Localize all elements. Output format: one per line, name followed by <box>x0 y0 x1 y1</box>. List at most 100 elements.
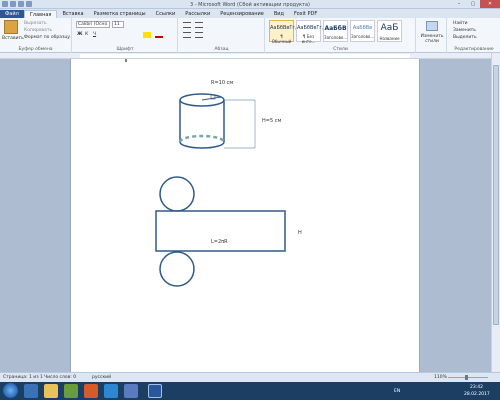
styles-label: Стили <box>333 47 348 52</box>
style-title[interactable]: AaБ Название <box>377 20 402 42</box>
bold-button[interactable]: Ж <box>77 32 83 37</box>
font-color-icon[interactable] <box>155 32 163 38</box>
scrollbar-thumb[interactable] <box>493 65 499 325</box>
style-name: Заголово... <box>351 34 375 39</box>
align-left-icon[interactable] <box>183 32 191 38</box>
tab-foxit-pdf[interactable]: Foxit PDF <box>289 10 322 18</box>
style-normal[interactable]: AaБбВвГг, ¶ Обычный <box>269 20 297 44</box>
net-top-circle <box>159 176 195 212</box>
net-bottom-circle <box>159 251 195 287</box>
close-button[interactable]: ✕ <box>480 0 500 8</box>
bullets-icon[interactable] <box>183 22 191 28</box>
styles-group: AaБбВвГг, ¶ Обычный AaБбВвГг, ¶ Без инте… <box>266 18 416 53</box>
underline-button[interactable]: Ч <box>93 32 96 37</box>
window-title: 3 - Microsoft Word (Сбой активации проду… <box>190 2 310 8</box>
format-painter-button[interactable]: Формат по образцу <box>24 35 70 40</box>
style-name: Название <box>379 36 400 41</box>
change-styles-group: Изменить стили <box>417 18 447 53</box>
word-taskbar-icon[interactable] <box>148 384 162 398</box>
tab-review[interactable]: Рецензирование <box>215 10 269 18</box>
paragraph-group: Абзац <box>179 18 265 53</box>
font-size-value: 11 <box>114 22 120 27</box>
cylinder-bottom-hidden <box>178 134 226 143</box>
redo-icon[interactable] <box>26 1 32 7</box>
font-label: Шрифт <box>116 47 134 52</box>
replace-button[interactable]: Заменить <box>453 28 476 33</box>
cut-button[interactable]: Вырезать <box>24 21 47 26</box>
h-label: H <box>298 230 302 236</box>
cylinder-shape <box>178 93 226 149</box>
align-center-icon[interactable] <box>195 32 203 38</box>
clipboard-group: Вставить Вырезать Копировать Формат по о… <box>0 18 72 53</box>
maximize-button[interactable]: ▢ <box>466 0 480 8</box>
word-icon <box>2 1 8 7</box>
app-icon[interactable] <box>124 384 138 398</box>
net-rectangle <box>155 210 286 252</box>
word-count[interactable]: Число слов: 0 <box>44 375 76 380</box>
style-sample: AaБбВвГг, <box>270 25 297 31</box>
change-styles-button[interactable]: Изменить стили <box>418 34 446 44</box>
tray-language[interactable]: EN <box>394 389 400 394</box>
ruler-text-area <box>80 54 410 58</box>
zoom-level[interactable]: 110% <box>434 375 447 380</box>
style-name: ¶ Обычный <box>271 34 292 44</box>
find-button[interactable]: Найти <box>453 21 468 26</box>
start-button-icon[interactable] <box>3 383 18 398</box>
paste-button[interactable]: Вставить <box>2 36 24 41</box>
font-name-value: Calibri (Осно <box>78 22 108 27</box>
style-sample: AaБ <box>380 23 399 33</box>
zoom-slider-thumb[interactable] <box>465 375 468 380</box>
length-label: L=2πR <box>211 239 228 245</box>
cylinder-bottom-front <box>179 141 225 149</box>
font-name-select[interactable]: Calibri (Осно <box>76 21 110 28</box>
paste-icon[interactable] <box>4 20 18 34</box>
undo-icon[interactable] <box>18 1 24 7</box>
paragraph-label: Абзац <box>214 47 229 52</box>
skype-icon[interactable] <box>104 384 118 398</box>
radius-line <box>201 96 222 101</box>
tab-view[interactable]: Вид <box>269 10 289 18</box>
numbering-icon[interactable] <box>195 22 203 28</box>
clock-time[interactable]: 23:42 <box>470 385 483 390</box>
style-heading-1[interactable]: AaБбВ Заголово... <box>323 20 348 42</box>
style-sample: AaБбВв <box>352 25 373 31</box>
explorer-icon[interactable] <box>44 384 58 398</box>
ribbon-tabs: Файл Главная Вставка Разметка страницы С… <box>0 9 500 18</box>
tab-file[interactable]: Файл <box>0 10 24 18</box>
clock-date[interactable]: 28.02.2017 <box>464 392 490 397</box>
select-button[interactable]: Выделить <box>453 35 477 40</box>
style-name: ¶ Без инте... <box>301 34 316 44</box>
highlight-icon[interactable] <box>143 32 151 38</box>
radius-label: R=10 см <box>211 80 233 86</box>
tab-page-layout[interactable]: Разметка страницы <box>89 10 151 18</box>
ie-icon[interactable] <box>24 384 38 398</box>
style-no-spacing[interactable]: AaБбВвГг, ¶ Без инте... <box>296 20 324 44</box>
font-group: Calibri (Осно 11 Ж К Ч Шрифт <box>73 18 178 53</box>
font-size-select[interactable]: 11 <box>112 21 124 28</box>
window-controls: – ▢ ✕ <box>452 0 500 8</box>
tab-insert[interactable]: Вставка <box>57 10 88 18</box>
italic-button[interactable]: К <box>85 32 88 37</box>
document-page[interactable]: R=10 см H=5 см L=2πR H <box>70 59 420 372</box>
style-name: Заголово... <box>324 35 348 40</box>
change-styles-icon[interactable] <box>426 21 438 31</box>
media-icon[interactable] <box>64 384 78 398</box>
editing-label: Редактирование <box>454 47 494 52</box>
vertical-scrollbar[interactable] <box>491 53 500 372</box>
save-icon[interactable] <box>10 1 16 7</box>
tab-references[interactable]: Ссылки <box>151 10 181 18</box>
app-icon[interactable] <box>84 384 98 398</box>
clipboard-label: Буфер обмена <box>18 47 53 52</box>
tab-home[interactable]: Главная <box>23 10 58 18</box>
tab-mailings[interactable]: Рассылки <box>180 10 215 18</box>
height-label: H=5 см <box>262 118 281 124</box>
copy-button[interactable]: Копировать <box>24 28 52 33</box>
geometry-drawing: R=10 см H=5 см L=2πR H <box>125 59 302 287</box>
quick-access-toolbar <box>2 1 32 7</box>
editing-group: Найти Заменить Выделить Редактирование <box>448 18 500 53</box>
page-counter[interactable]: Страница: 1 из 1 <box>3 375 43 380</box>
zoom-slider[interactable] <box>448 377 488 378</box>
style-heading-2[interactable]: AaБбВв Заголово... <box>350 20 375 42</box>
language-indicator[interactable]: русский <box>92 375 111 380</box>
minimize-button[interactable]: – <box>452 0 466 8</box>
